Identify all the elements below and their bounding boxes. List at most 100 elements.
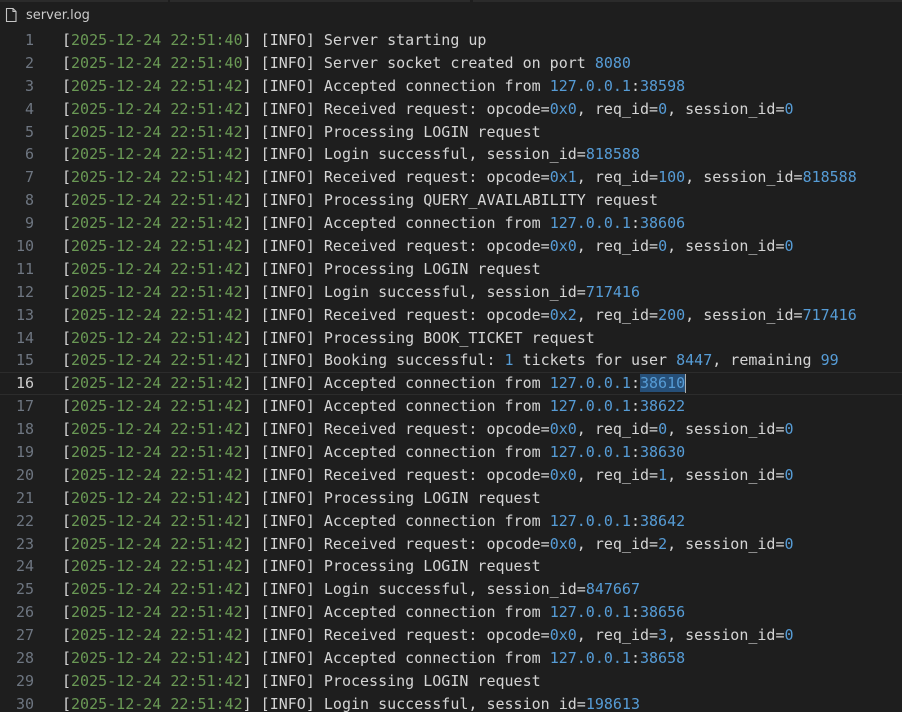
numeric-token: 3: [658, 626, 668, 645]
log-line[interactable]: 12 [2025-12-24 22:51:42] [INFO] Login suc…: [0, 281, 902, 304]
line-number: 14: [15, 328, 34, 347]
log-line[interactable]: 29 [2025-12-24 22:51:42] [INFO] Processin…: [0, 670, 902, 693]
code-area[interactable]: 1 [2025-12-24 22:51:40] [INFO] Server sta…: [0, 29, 902, 712]
message-text: :: [630, 397, 640, 416]
timestamp: 2025-12-24 22:51:42: [71, 374, 243, 393]
numeric-token: 818588: [802, 168, 857, 187]
message-text: , req_id=: [576, 465, 659, 484]
timestamp: 2025-12-24 22:51:42: [71, 488, 243, 507]
log-line[interactable]: 3 [2025-12-24 22:51:42] [INFO] Accepted c…: [0, 75, 902, 98]
log-line[interactable]: 25 [2025-12-24 22:51:42] [INFO] Login suc…: [0, 578, 902, 601]
log-line[interactable]: 1 [2025-12-24 22:51:40] [INFO] Server sta…: [0, 29, 902, 52]
log-line[interactable]: 19 [2025-12-24 22:51:42] [INFO] Accepted …: [0, 441, 902, 464]
timestamp: 2025-12-24 22:51:40: [71, 31, 243, 49]
line-number: 24: [15, 557, 34, 576]
log-text: [2025-12-24 22:51:42] [INFO] Processing …: [62, 671, 541, 690]
log-line[interactable]: 15 [2025-12-24 22:51:42] [INFO] Booking s…: [0, 349, 902, 372]
log-level: INFO: [269, 53, 306, 72]
numeric-token: 38610: [640, 374, 686, 393]
log-line[interactable]: 7 [2025-12-24 22:51:42] [INFO] Received r…: [0, 166, 902, 189]
log-line[interactable]: 6 [2025-12-24 22:51:42] [INFO] Login succ…: [0, 143, 902, 166]
numeric-token: 0x0: [549, 465, 577, 484]
line-number: 29: [15, 671, 34, 690]
file-icon: [4, 7, 18, 23]
numeric-token: 717416: [802, 305, 857, 324]
log-level: INFO: [269, 259, 306, 278]
log-level: INFO: [269, 443, 306, 462]
line-number: 20: [15, 465, 34, 484]
log-text: [2025-12-24 22:51:42] [INFO] Login succe…: [62, 145, 640, 164]
message-text: , req_id=: [576, 168, 659, 187]
log-level: INFO: [269, 626, 306, 645]
line-number: 9: [24, 214, 34, 233]
log-line[interactable]: 28 [2025-12-24 22:51:42] [INFO] Accepted …: [0, 647, 902, 670]
line-number: 4: [24, 99, 34, 118]
line-number: 8: [24, 191, 34, 210]
message-text: Received request: opcode=: [323, 168, 550, 187]
log-line[interactable]: 23 [2025-12-24 22:51:42] [INFO] Received …: [0, 533, 902, 556]
log-level: INFO: [269, 351, 306, 370]
message-text: :: [630, 511, 640, 530]
numeric-token: 0: [784, 534, 794, 553]
line-number: 15: [15, 351, 34, 370]
message-text: , req_id=: [576, 626, 659, 645]
log-line[interactable]: 27 [2025-12-24 22:51:42] [INFO] Received …: [0, 624, 902, 647]
numeric-token: 127.0.0.1: [549, 397, 631, 416]
log-text: [2025-12-24 22:51:42] [INFO] Accepted co…: [62, 397, 686, 416]
log-text: [2025-12-24 22:51:42] [INFO] Accepted co…: [62, 649, 686, 668]
log-line[interactable]: 16 [2025-12-24 22:51:42] [INFO] Accepted …: [0, 372, 902, 396]
log-line[interactable]: 22 [2025-12-24 22:51:42] [INFO] Accepted …: [0, 510, 902, 533]
message-text: Booking successful:: [323, 351, 505, 370]
numeric-token: 38622: [640, 397, 686, 416]
line-number: 17: [15, 397, 34, 416]
numeric-token: 200: [658, 305, 686, 324]
tab-server-log[interactable]: server.log: [0, 2, 90, 28]
log-level: INFO: [269, 99, 306, 118]
log-line[interactable]: 17 [2025-12-24 22:51:42] [INFO] Accepted …: [0, 395, 902, 418]
log-text: [2025-12-24 22:51:42] [INFO] Processing …: [62, 557, 541, 576]
log-line[interactable]: 13 [2025-12-24 22:51:42] [INFO] Received …: [0, 304, 902, 327]
log-line[interactable]: 24 [2025-12-24 22:51:42] [INFO] Processin…: [0, 555, 902, 578]
log-level: INFO: [269, 145, 306, 164]
log-line[interactable]: 18 [2025-12-24 22:51:42] [INFO] Received …: [0, 418, 902, 441]
message-text: :: [630, 649, 640, 668]
timestamp: 2025-12-24 22:51:42: [71, 649, 243, 668]
log-level: INFO: [269, 282, 306, 301]
timestamp: 2025-12-24 22:51:42: [71, 191, 243, 210]
log-text: [2025-12-24 22:51:40] [INFO] Server sock…: [62, 53, 631, 72]
log-line[interactable]: 9 [2025-12-24 22:51:42] [INFO] Accepted c…: [0, 212, 902, 235]
message-text: , req_id=: [576, 99, 659, 118]
log-line[interactable]: 14 [2025-12-24 22:51:42] [INFO] Processin…: [0, 327, 902, 350]
numeric-token: 127.0.0.1: [549, 214, 631, 233]
message-text: Received request: opcode=: [323, 99, 550, 118]
log-line[interactable]: 5 [2025-12-24 22:51:42] [INFO] Processing…: [0, 121, 902, 144]
log-line[interactable]: 20 [2025-12-24 22:51:42] [INFO] Received …: [0, 464, 902, 487]
log-line[interactable]: 11 [2025-12-24 22:51:42] [INFO] Processin…: [0, 258, 902, 281]
log-line[interactable]: 26 [2025-12-24 22:51:42] [INFO] Accepted …: [0, 601, 902, 624]
log-line[interactable]: 10 [2025-12-24 22:51:42] [INFO] Received …: [0, 235, 902, 258]
message-text: Login successful, session_id=: [323, 694, 586, 712]
log-line[interactable]: 30 [2025-12-24 22:51:42] [INFO] Login suc…: [0, 693, 902, 712]
message-text: Login successful, session_id=: [323, 282, 586, 301]
message-text: Processing LOGIN request: [323, 122, 541, 141]
log-text: [2025-12-24 22:51:42] [INFO] Accepted co…: [62, 76, 686, 95]
log-level: INFO: [269, 191, 306, 210]
log-text: [2025-12-24 22:51:42] [INFO] Received re…: [62, 168, 857, 187]
numeric-token: 127.0.0.1: [549, 374, 631, 393]
log-line[interactable]: 4 [2025-12-24 22:51:42] [INFO] Received r…: [0, 98, 902, 121]
log-line[interactable]: 8 [2025-12-24 22:51:42] [INFO] Processing…: [0, 189, 902, 212]
message-text: Received request: opcode=: [323, 237, 550, 256]
numeric-token: 38606: [640, 214, 686, 233]
numeric-token: 0x0: [549, 534, 577, 553]
log-level: INFO: [269, 649, 306, 668]
log-text: [2025-12-24 22:51:42] [INFO] Accepted co…: [62, 214, 686, 233]
line-number: 30: [15, 694, 34, 712]
timestamp: 2025-12-24 22:51:42: [71, 259, 243, 278]
numeric-token: 0: [784, 99, 794, 118]
line-number: 21: [15, 488, 34, 507]
line-number: 27: [15, 626, 34, 645]
message-text: Accepted connection from: [323, 603, 550, 622]
log-line[interactable]: 2 [2025-12-24 22:51:40] [INFO] Server soc…: [0, 52, 902, 75]
log-line[interactable]: 21 [2025-12-24 22:51:42] [INFO] Processin…: [0, 487, 902, 510]
numeric-token: 2: [658, 534, 668, 553]
